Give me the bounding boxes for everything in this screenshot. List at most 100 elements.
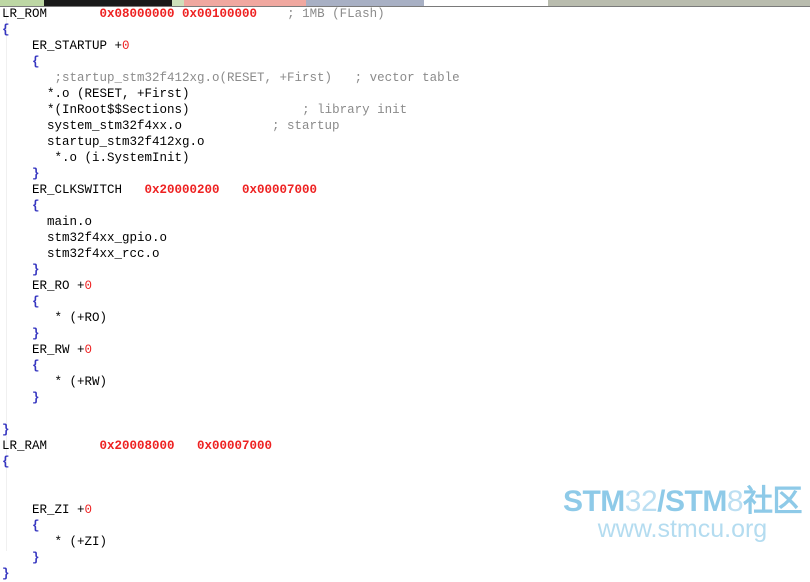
code-token-brace: { bbox=[32, 359, 40, 373]
code-token-num: 0 bbox=[84, 503, 93, 517]
code-token-brace: { bbox=[32, 519, 40, 533]
code-token-plain: + bbox=[77, 503, 85, 517]
code-token-plain: * (+ZI) bbox=[2, 535, 108, 549]
code-token-plain: LR_RAM bbox=[2, 439, 100, 453]
code-line[interactable]: ER_CLKSWITCH 0x20000200 0x00007000 bbox=[0, 182, 810, 198]
watermark-url-text: www.stmcu.org bbox=[597, 515, 768, 543]
code-line[interactable]: * (+RW) bbox=[0, 374, 810, 390]
code-line[interactable]: } bbox=[0, 566, 810, 582]
code-line[interactable]: *.o (i.SystemInit) bbox=[0, 150, 810, 166]
code-token-plain: ER_RW bbox=[2, 343, 78, 357]
code-line[interactable]: * (+RO) bbox=[0, 310, 810, 326]
code-token-brace: } bbox=[32, 551, 40, 565]
strip-green-left bbox=[0, 0, 44, 7]
strip-bluegray-fill bbox=[306, 0, 424, 7]
strip-green-mid-fill bbox=[172, 0, 184, 7]
code-token-plain: LR_ROM bbox=[2, 7, 100, 21]
watermark-logo-text: STM32/STM8社区 bbox=[562, 484, 803, 519]
code-token-brace: } bbox=[32, 167, 40, 181]
strip-green-mid bbox=[172, 0, 184, 7]
code-token-plain: *.o (RESET, +First) bbox=[2, 87, 190, 101]
code-line[interactable]: { bbox=[0, 454, 810, 470]
code-line[interactable]: LR_RAM 0x20008000 0x00007000 bbox=[0, 438, 810, 454]
code-token-brace: } bbox=[2, 567, 10, 581]
strip-black bbox=[44, 0, 172, 7]
code-line[interactable]: { bbox=[0, 358, 810, 374]
code-line[interactable]: stm32f4xx_rcc.o bbox=[0, 246, 810, 262]
code-token-plain: system_stm32f4xx.o bbox=[2, 119, 183, 133]
code-line[interactable]: ER_RW +0 bbox=[0, 342, 810, 358]
code-line[interactable]: startup_stm32f412xg.o bbox=[0, 134, 810, 150]
watermark-part: STM bbox=[664, 485, 727, 518]
watermark-part: 8 bbox=[726, 485, 744, 518]
code-line[interactable]: } bbox=[0, 326, 810, 342]
watermark-part: 社区 bbox=[743, 484, 803, 519]
code-line[interactable]: ;startup_stm32f412xg.o(RESET, +First) ; … bbox=[0, 70, 810, 86]
code-token-plain: + bbox=[77, 279, 85, 293]
code-line[interactable]: ER_STARTUP +0 bbox=[0, 38, 810, 54]
code-token-plain: * (+RW) bbox=[2, 375, 108, 389]
code-line[interactable]: } bbox=[0, 262, 810, 278]
code-line[interactable]: main.o bbox=[0, 214, 810, 230]
code-token-plain: * (+RO) bbox=[2, 311, 108, 325]
code-token-brace: } bbox=[32, 391, 40, 405]
code-line[interactable]: { bbox=[0, 22, 810, 38]
top-toolbar-strip bbox=[0, 0, 810, 7]
site-watermark: STM32/STM8社区 www.stmcu.org bbox=[562, 484, 803, 543]
code-token-plain: ER_STARTUP bbox=[2, 39, 115, 53]
code-token-brace: } bbox=[32, 327, 40, 341]
strip-gray-right-fill bbox=[548, 0, 810, 7]
code-line[interactable] bbox=[0, 406, 810, 422]
code-token-comment: ; 1MB (FLash) bbox=[287, 7, 385, 21]
code-line[interactable]: { bbox=[0, 54, 810, 70]
code-line[interactable]: } bbox=[0, 422, 810, 438]
code-line[interactable]: } bbox=[0, 390, 810, 406]
code-line[interactable]: { bbox=[0, 198, 810, 214]
strip-green-left-fill bbox=[0, 0, 44, 7]
code-line[interactable]: } bbox=[0, 166, 810, 182]
code-token-plain: *(InRoot$$Sections) bbox=[2, 103, 190, 117]
code-token-brace: { bbox=[32, 55, 40, 69]
code-listing[interactable]: LR_ROM 0x08000000 0x00100000 ; 1MB (FLas… bbox=[0, 6, 810, 581]
code-line[interactable]: } bbox=[0, 550, 810, 566]
code-line[interactable]: *(InRoot$$Sections) ; library init bbox=[0, 102, 810, 118]
code-line[interactable]: ER_RO +0 bbox=[0, 278, 810, 294]
code-token-comment: ;startup_stm32f412xg.o(RESET, +First) ; … bbox=[54, 71, 460, 85]
strip-gray-right bbox=[548, 0, 810, 7]
code-line[interactable]: { bbox=[0, 294, 810, 310]
code-token-brace: } bbox=[2, 423, 10, 437]
strip-black-fill bbox=[44, 0, 172, 7]
code-token-plain: stm32f4xx_rcc.o bbox=[2, 247, 160, 261]
code-token-hex: 0x20000200 0x00007000 bbox=[144, 183, 318, 197]
code-token-num: 0 bbox=[122, 39, 130, 53]
code-line[interactable]: stm32f4xx_gpio.o bbox=[0, 230, 810, 246]
code-token-hex: 0x20008000 0x00007000 bbox=[99, 439, 273, 453]
code-token-brace: } bbox=[32, 263, 40, 277]
strip-pink bbox=[184, 0, 306, 7]
code-line[interactable]: system_stm32f4xx.o ; startup bbox=[0, 118, 810, 134]
watermark-part: STM bbox=[562, 485, 625, 518]
code-token-plain: stm32f4xx_gpio.o bbox=[2, 231, 168, 245]
strip-white-fill bbox=[424, 0, 548, 7]
code-line[interactable] bbox=[0, 470, 810, 486]
code-token-plain: ER_RO bbox=[2, 279, 78, 293]
code-line[interactable]: LR_ROM 0x08000000 0x00100000 ; 1MB (FLas… bbox=[0, 6, 810, 22]
watermark-part: / bbox=[657, 485, 665, 518]
code-line[interactable]: *.o (RESET, +First) bbox=[0, 86, 810, 102]
code-token-comment: ; library init bbox=[302, 103, 408, 117]
strip-bluegray bbox=[306, 0, 424, 7]
code-token-plain: + bbox=[77, 343, 85, 357]
code-token-plain: + bbox=[114, 39, 123, 53]
strip-white bbox=[424, 0, 548, 7]
watermark-part: 32 bbox=[624, 485, 658, 518]
